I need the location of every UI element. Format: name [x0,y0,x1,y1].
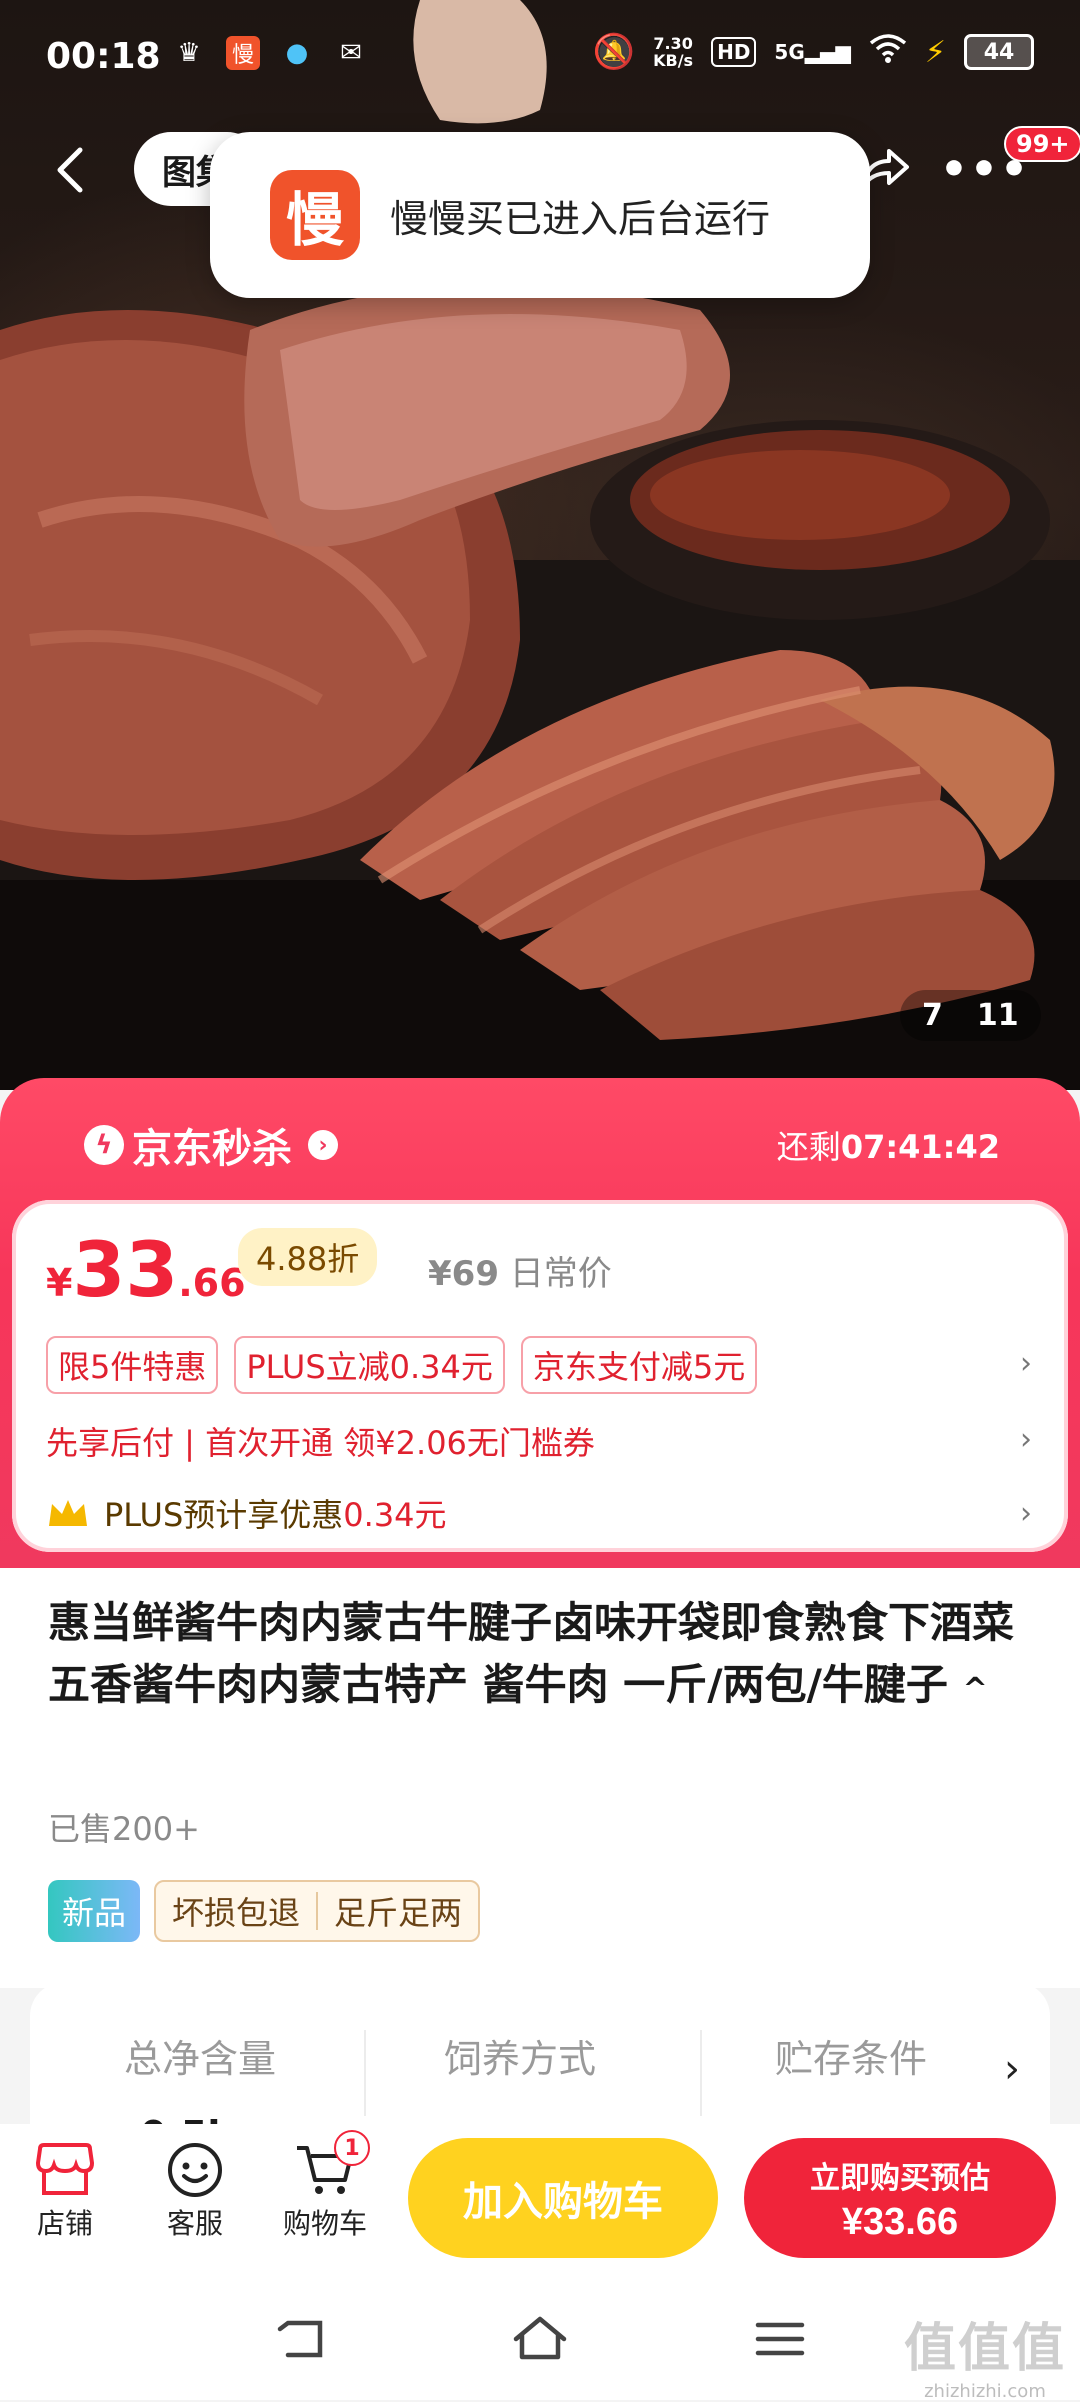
system-back-button[interactable] [260,2304,340,2374]
crown-icon: ♛ [177,38,201,68]
divider [364,2030,366,2116]
system-status-icons: 🔕 7.30 KB/s HD 5G▂▄▆ ⚡ 44 [593,32,1034,72]
new-badge: 新品 [48,1880,141,1942]
promo-tags[interactable]: 限5件特惠 PLUS立减0.34元 京东支付减5元 [46,1336,758,1394]
status-time: 00:18 [46,36,161,77]
chevron-right-icon[interactable]: › [1020,1346,1032,1381]
lightning-icon: ϟ [84,1125,124,1165]
status-bar: 00:18 ♛ 慢 ● ✉ 🔕 7.30 KB/s HD 5G▂▄▆ ⚡ 44 [0,0,1080,120]
product-info: 惠当鲜酱牛肉内蒙古牛腱子卤味开袋即食熟食下酒菜五香酱牛肉内蒙古特产 酱牛肉 一斤… [0,1568,1080,1988]
background-toast: 慢 慢慢买已进入后台运行 [210,132,870,298]
store-label: 店铺 [36,2207,93,2240]
guarantee-badge: 足斤足两 [334,1894,463,1932]
plus-discount[interactable]: PLUS预计享优惠0.34元 [46,1490,447,1536]
wechat-icon: ✉ [340,38,362,68]
cart-button[interactable]: 1 购物车 [270,2130,380,2242]
buy-now-button[interactable]: 立即购买预估 ¥33.66 [744,2138,1056,2258]
current-price: ¥ 33 .66 [46,1225,246,1314]
promo-tag: 限5件特惠 [46,1336,219,1394]
discount-badge: 4.88折 [238,1228,378,1286]
home-icon [513,2316,567,2360]
guarantee-badge: 坏损包退 [172,1894,301,1932]
qq-icon: ● [285,38,309,68]
customer-service-button[interactable]: 客服 [140,2138,250,2242]
divider [700,2030,702,2116]
countdown-time: 07:41:42 [840,1128,1000,1166]
menu-icon [755,2322,805,2356]
flash-sale-link[interactable]: ϟ 京东秒杀 › [84,1116,338,1174]
toast-message: 慢慢买已进入后台运行 [390,196,771,241]
notification-icons: ♛ 慢 ● ✉ [172,36,368,70]
chevron-right-icon: › [308,1130,338,1160]
message-count-badge: 99+ [1004,126,1080,162]
product-title[interactable]: 惠当鲜酱牛肉内蒙古牛腱子卤味开袋即食熟食下酒菜五香酱牛肉内蒙古特产 酱牛肉 一斤… [48,1592,1032,1721]
manmanmai-notification-icon: 慢 [226,36,260,70]
original-price: ¥69 日常价 [428,1254,612,1294]
add-to-cart-button[interactable]: 加入购物车 [408,2138,718,2258]
manmanmai-app-icon: 慢 [270,170,360,260]
cart-count-badge: 1 [334,2130,370,2166]
chevron-right-icon[interactable]: › [1004,2046,1020,2092]
promo-tag: PLUS立减0.34元 [234,1336,505,1394]
image-total: 11 [976,998,1019,1033]
customer-service-icon [168,2143,222,2197]
mute-icon: 🔕 [592,32,636,72]
store-icon [35,2143,95,2195]
site-watermark: 值值值 zhizhizhi.com [903,2319,1066,2402]
hd-icon: HD [711,37,757,67]
back-icon [277,2320,323,2358]
collapse-icon[interactable]: ^ [963,1672,988,1707]
image-index: 7 [922,998,943,1033]
crown-icon [49,1500,87,1526]
flash-sale-brand: 京东秒杀 [132,1126,292,1172]
chevron-right-icon[interactable]: › [1020,1422,1032,1457]
chevron-left-icon [57,147,83,193]
store-button[interactable]: 店铺 [10,2138,120,2242]
price-card: ¥ 33 .66 4.88折 ¥69 日常价 限5件特惠 PLUS立减0.34元… [12,1200,1068,1552]
sold-count: 已售200+ [48,1810,200,1848]
image-counter: 7 11 [900,990,1041,1041]
back-button[interactable] [40,138,104,202]
countdown: 还剩07:41:42 [776,1128,1000,1166]
pay-later-offer[interactable]: 先享后付 | 首次开通 领¥2.06无门槛券 [46,1418,595,1464]
battery-icon: 44 [964,34,1034,70]
wifi-icon [869,32,907,72]
chevron-right-icon[interactable]: › [1020,1496,1032,1531]
service-label: 客服 [166,2207,223,2240]
system-menu-button[interactable] [740,2304,820,2374]
guarantee-badges[interactable]: 坏损包退 足斤足两 [154,1880,481,1942]
network-speed: 7.30 KB/s [653,34,694,70]
signal-icon: 5G▂▄▆ [774,40,851,64]
cart-label: 购物车 [282,2207,367,2240]
system-home-button[interactable] [500,2304,580,2374]
promo-tag: 京东支付减5元 [520,1336,758,1394]
service-badges: 新品 坏损包退 足斤足两 [48,1880,481,1942]
charging-icon: ⚡ [924,34,946,70]
flash-sale-section: ϟ 京东秒杀 › 还剩07:41:42 ¥ 33 .66 4.88折 ¥69 日… [0,1078,1080,1568]
